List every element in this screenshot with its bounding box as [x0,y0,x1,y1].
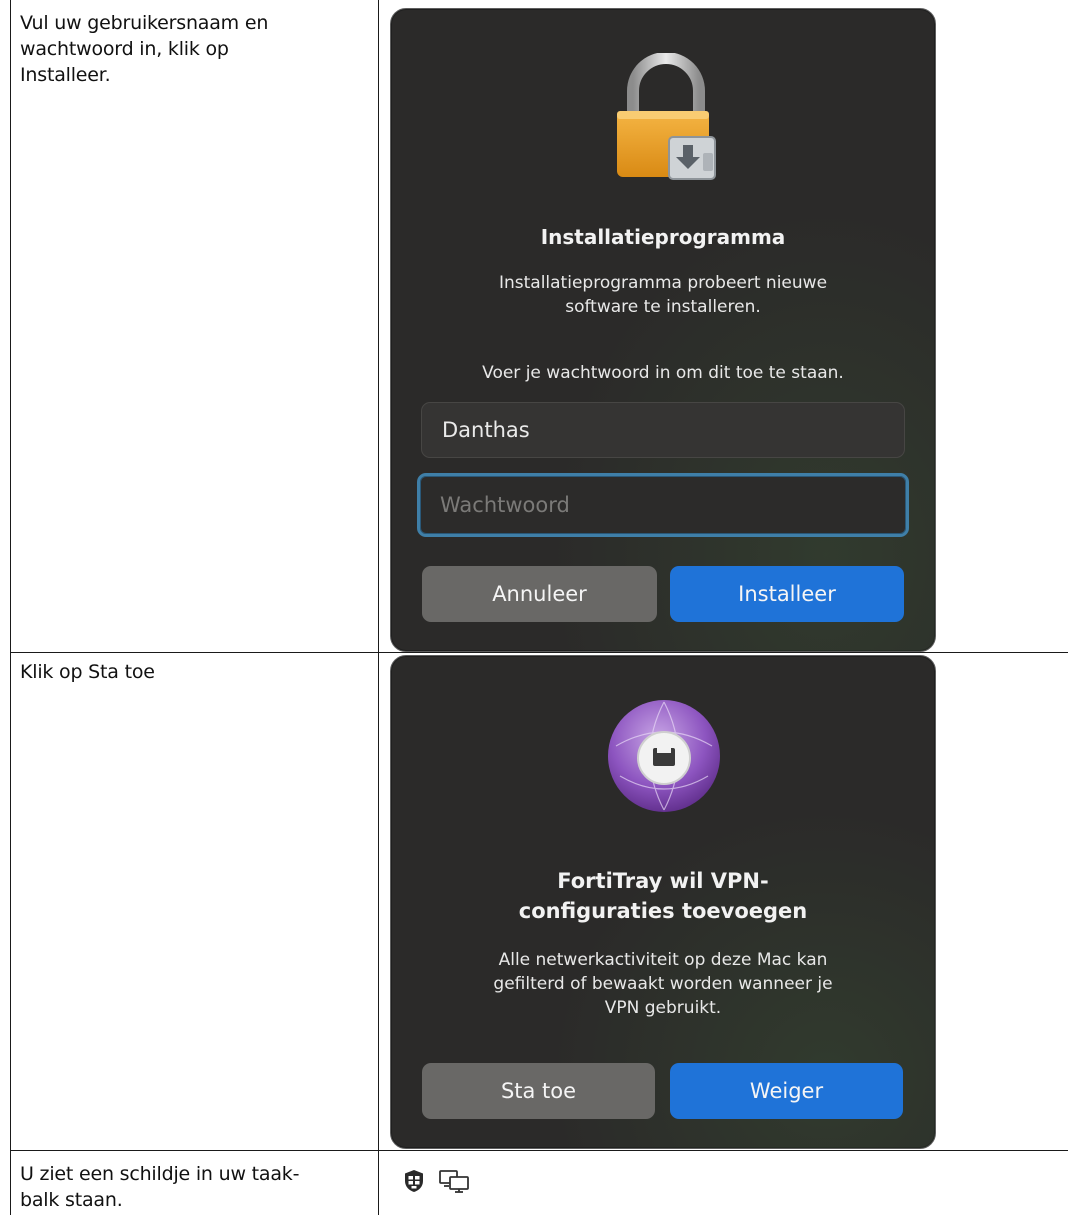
instruction-line: Installeer. [20,64,111,86]
password-placeholder: Wachtwoord [440,493,570,517]
dialog-message-line: Installatieprogramma probeert nieuwe [498,273,828,293]
installer-auth-dialog: Installatieprogramma Installatieprogramm… [390,8,936,652]
dialog-message: Alle netwerkactiviteit op deze Mac kan g… [391,948,935,1020]
instruction-cell: Klik op Sta toe [20,659,155,685]
remote-display-icon [439,1170,469,1193]
dialog-title-line: configuraties toevoegen [518,899,808,923]
dialog-message: Installatieprogramma probeert nieuwe sof… [391,271,935,319]
dialog-title: Installatieprogramma [540,225,786,249]
deny-button[interactable]: Weiger [670,1063,903,1119]
dialog-title: FortiTray wil VPN- configuraties toevoeg… [391,866,935,926]
install-button[interactable]: Installeer [670,566,904,622]
username-field[interactable]: Danthas [421,402,905,458]
instruction-line: balk staan. [20,1189,123,1211]
instruction-line: Vul uw gebruikersnaam en [20,12,269,34]
dialog-message-line: Alle netwerkactiviteit op deze Mac kan [498,950,828,970]
table-border-left [10,0,11,1215]
table-column-divider [378,0,379,1215]
allow-button[interactable]: Sta toe [422,1063,655,1119]
instruction-cell: U ziet een schildje in uw taak- balk sta… [20,1161,299,1213]
table-row-divider [10,652,1068,653]
network-ethernet-icon [608,700,720,812]
cancel-button[interactable]: Annuleer [422,566,657,622]
dialog-prompt: Voer je wachtwoord in om dit toe te staa… [482,363,844,383]
forticlient-shield-icon [405,1170,423,1192]
dialog-message-line: VPN gebruikt. [604,998,722,1018]
instruction-line: Klik op Sta toe [20,661,155,683]
lock-installer-icon [617,53,716,180]
password-field[interactable]: Wachtwoord [417,473,909,537]
dialog-message-line: gefilterd of bewaakt worden wanneer je [493,974,833,994]
vpn-permission-dialog: FortiTray wil VPN- configuraties toevoeg… [390,655,936,1149]
instruction-cell: Vul uw gebruikersnaam en wachtwoord in, … [20,10,268,88]
dialog-title-line: FortiTray wil VPN- [557,869,769,893]
table-row-divider [10,1150,1068,1151]
instruction-line: wachtwoord in, klik op [20,38,229,60]
dialog-message-line: software te installeren. [565,297,761,317]
instruction-line: U ziet een schildje in uw taak- [20,1163,300,1185]
